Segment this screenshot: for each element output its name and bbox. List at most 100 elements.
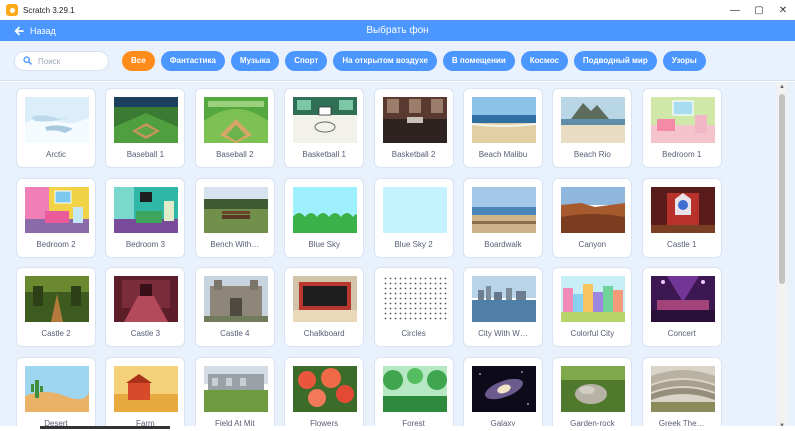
backdrop-name: Castle 1: [667, 239, 697, 249]
backdrop-tile-basketball-1[interactable]: Basketball 1: [284, 88, 365, 168]
search-input[interactable]: [38, 56, 98, 66]
backdrop-tile-bedroom-3[interactable]: Bedroom 3: [105, 177, 186, 258]
tag-fantasy[interactable]: Фантастика: [160, 51, 225, 71]
backdrop-tile-flowers[interactable]: Flowers: [284, 356, 365, 431]
scroll-thumb[interactable]: [779, 94, 785, 284]
forest-thumbnail: [382, 365, 447, 412]
tag-outdoors[interactable]: На открытом воздухе: [333, 51, 437, 71]
backdrop-tile-galaxy[interactable]: Galaxy: [462, 356, 543, 431]
basketball-court-thumbnail: [293, 97, 358, 143]
window-titlebar: Scratch 3.29.1 — ▢ ✕: [0, 0, 795, 20]
farm-thumbnail: [114, 365, 179, 412]
vertical-scrollbar[interactable]: ▲ ▼: [777, 82, 787, 431]
backdrop-name: Chalkboard: [303, 329, 345, 338]
concert-stage-thumbnail: [650, 276, 715, 322]
baseball-diamond-thumbnail: [203, 97, 268, 143]
castle-hall-thumbnail: [114, 276, 179, 322]
backdrop-name: Boardwalk: [484, 239, 522, 249]
backdrop-tile-beach-rio[interactable]: Beach Rio: [552, 88, 633, 168]
backdrop-tile-castle-2[interactable]: Castle 2: [16, 267, 96, 347]
garden-rock-thumbnail: [561, 365, 626, 412]
boardwalk-thumbnail: [471, 186, 536, 233]
backdrop-name: Bench With…: [210, 239, 260, 249]
bedroom-thumbnail: [114, 186, 179, 233]
backdrop-name: Bedroom 3: [125, 239, 165, 249]
backdrop-tile-castle-1[interactable]: Castle 1: [641, 177, 722, 258]
tag-underwater[interactable]: Подводный мир: [573, 51, 657, 71]
category-tags: Все Фантастика Музыка Спорт На открытом …: [122, 51, 706, 71]
chalkboard-thumbnail: [293, 276, 358, 322]
circles-pattern-thumbnail: [382, 276, 447, 322]
castle-path-thumbnail: [25, 276, 89, 322]
backdrop-tile-bench-with[interactable]: Bench With…: [194, 177, 275, 258]
close-button[interactable]: ✕: [771, 0, 795, 20]
backdrop-tile-bedroom-1[interactable]: Bedroom 1: [641, 88, 722, 168]
greek-theater-thumbnail: [650, 365, 715, 412]
backdrop-tile-greek-theater[interactable]: Greek The…: [641, 356, 722, 431]
tag-sports[interactable]: Спорт: [285, 51, 328, 71]
backdrop-tile-castle-4[interactable]: Castle 4: [194, 267, 275, 347]
backdrop-name: Blue Sky 2: [394, 239, 433, 249]
backdrop-tile-forest[interactable]: Forest: [373, 356, 454, 431]
backdrop-library: Arctic Baseball 1 Baseball 2 Basketball …: [0, 82, 795, 431]
backdrop-tile-chalkboard[interactable]: Chalkboard: [284, 267, 365, 347]
arctic-thumbnail: [25, 97, 89, 143]
tag-music[interactable]: Музыка: [230, 51, 280, 71]
backdrop-tile-desert[interactable]: Desert: [16, 356, 96, 431]
backdrop-name: Castle 4: [220, 329, 250, 338]
taskbar-indicator: [40, 426, 170, 429]
blue-sky-thumbnail: [293, 186, 358, 233]
backdrop-name: Canyon: [578, 239, 607, 249]
search-icon: [23, 52, 32, 70]
backdrop-tile-basketball-2[interactable]: Basketball 2: [373, 88, 454, 168]
beach-thumbnail: [471, 97, 536, 143]
backdrop-name: Castle 3: [130, 329, 161, 338]
backdrop-grid: Arctic Baseball 1 Baseball 2 Basketball …: [16, 88, 722, 431]
backdrop-tile-blue-sky[interactable]: Blue Sky: [284, 177, 365, 258]
tag-all[interactable]: Все: [122, 51, 155, 71]
backdrop-tile-colorful-city[interactable]: Colorful City: [552, 267, 633, 347]
filter-bar: Все Фантастика Музыка Спорт На открытом …: [0, 41, 795, 81]
backdrop-tile-farm[interactable]: Farm: [105, 356, 186, 431]
backdrop-tile-castle-3[interactable]: Castle 3: [105, 267, 186, 347]
baseball-field-thumbnail: [114, 97, 179, 143]
backdrop-tile-beach-malibu[interactable]: Beach Malibu: [462, 88, 543, 168]
backdrop-name: Bedroom 2: [36, 239, 76, 249]
search-box[interactable]: [14, 51, 109, 71]
backdrop-tile-garden-rock[interactable]: Garden-rock: [552, 356, 633, 431]
bedroom-thumbnail: [25, 186, 89, 233]
backdrop-tile-boardwalk[interactable]: Boardwalk: [462, 177, 543, 258]
basketball-arena-thumbnail: [382, 97, 447, 143]
backdrop-tile-circles[interactable]: Circles: [373, 267, 454, 347]
backdrop-tile-arctic[interactable]: Arctic: [16, 88, 96, 168]
desert-thumbnail: [25, 365, 89, 412]
field-thumbnail: [203, 365, 268, 412]
galaxy-thumbnail: [471, 365, 536, 412]
backdrop-name: Colorful City: [570, 329, 615, 338]
library-header: Выбрать фон Назад: [0, 20, 795, 41]
backdrop-name: Basketball 2: [391, 150, 436, 159]
backdrop-tile-bedroom-2[interactable]: Bedroom 2: [16, 177, 96, 258]
maximize-button[interactable]: ▢: [747, 0, 771, 20]
blue-sky-thumbnail: [382, 186, 447, 233]
backdrop-tile-blue-sky-2[interactable]: Blue Sky 2: [373, 177, 454, 258]
backdrop-tile-canyon[interactable]: Canyon: [552, 177, 633, 258]
backdrop-name: Blue Sky: [308, 239, 340, 249]
backdrop-tile-baseball-1[interactable]: Baseball 1: [105, 88, 186, 168]
scroll-up-arrow-icon[interactable]: ▲: [777, 82, 787, 92]
tag-patterns[interactable]: Узоры: [662, 51, 706, 71]
backdrop-name: Baseball 2: [216, 150, 254, 159]
castle-thumbnail: [650, 186, 715, 233]
backdrop-tile-baseball-2[interactable]: Baseball 2: [194, 88, 275, 168]
backdrop-tile-city-with-water[interactable]: City With W…: [462, 267, 543, 347]
flowers-thumbnail: [293, 365, 358, 412]
minimize-button[interactable]: —: [723, 0, 747, 20]
backdrop-tile-concert[interactable]: Concert: [641, 267, 722, 347]
canyon-thumbnail: [561, 186, 626, 233]
backdrop-tile-field-at-mit[interactable]: Field At Mit: [194, 356, 275, 431]
back-button[interactable]: Назад: [14, 20, 56, 41]
beach-rio-thumbnail: [561, 97, 626, 143]
tag-indoors[interactable]: В помещении: [442, 51, 515, 71]
backdrop-name: Beach Rio: [573, 150, 611, 159]
tag-space[interactable]: Космос: [520, 51, 568, 71]
